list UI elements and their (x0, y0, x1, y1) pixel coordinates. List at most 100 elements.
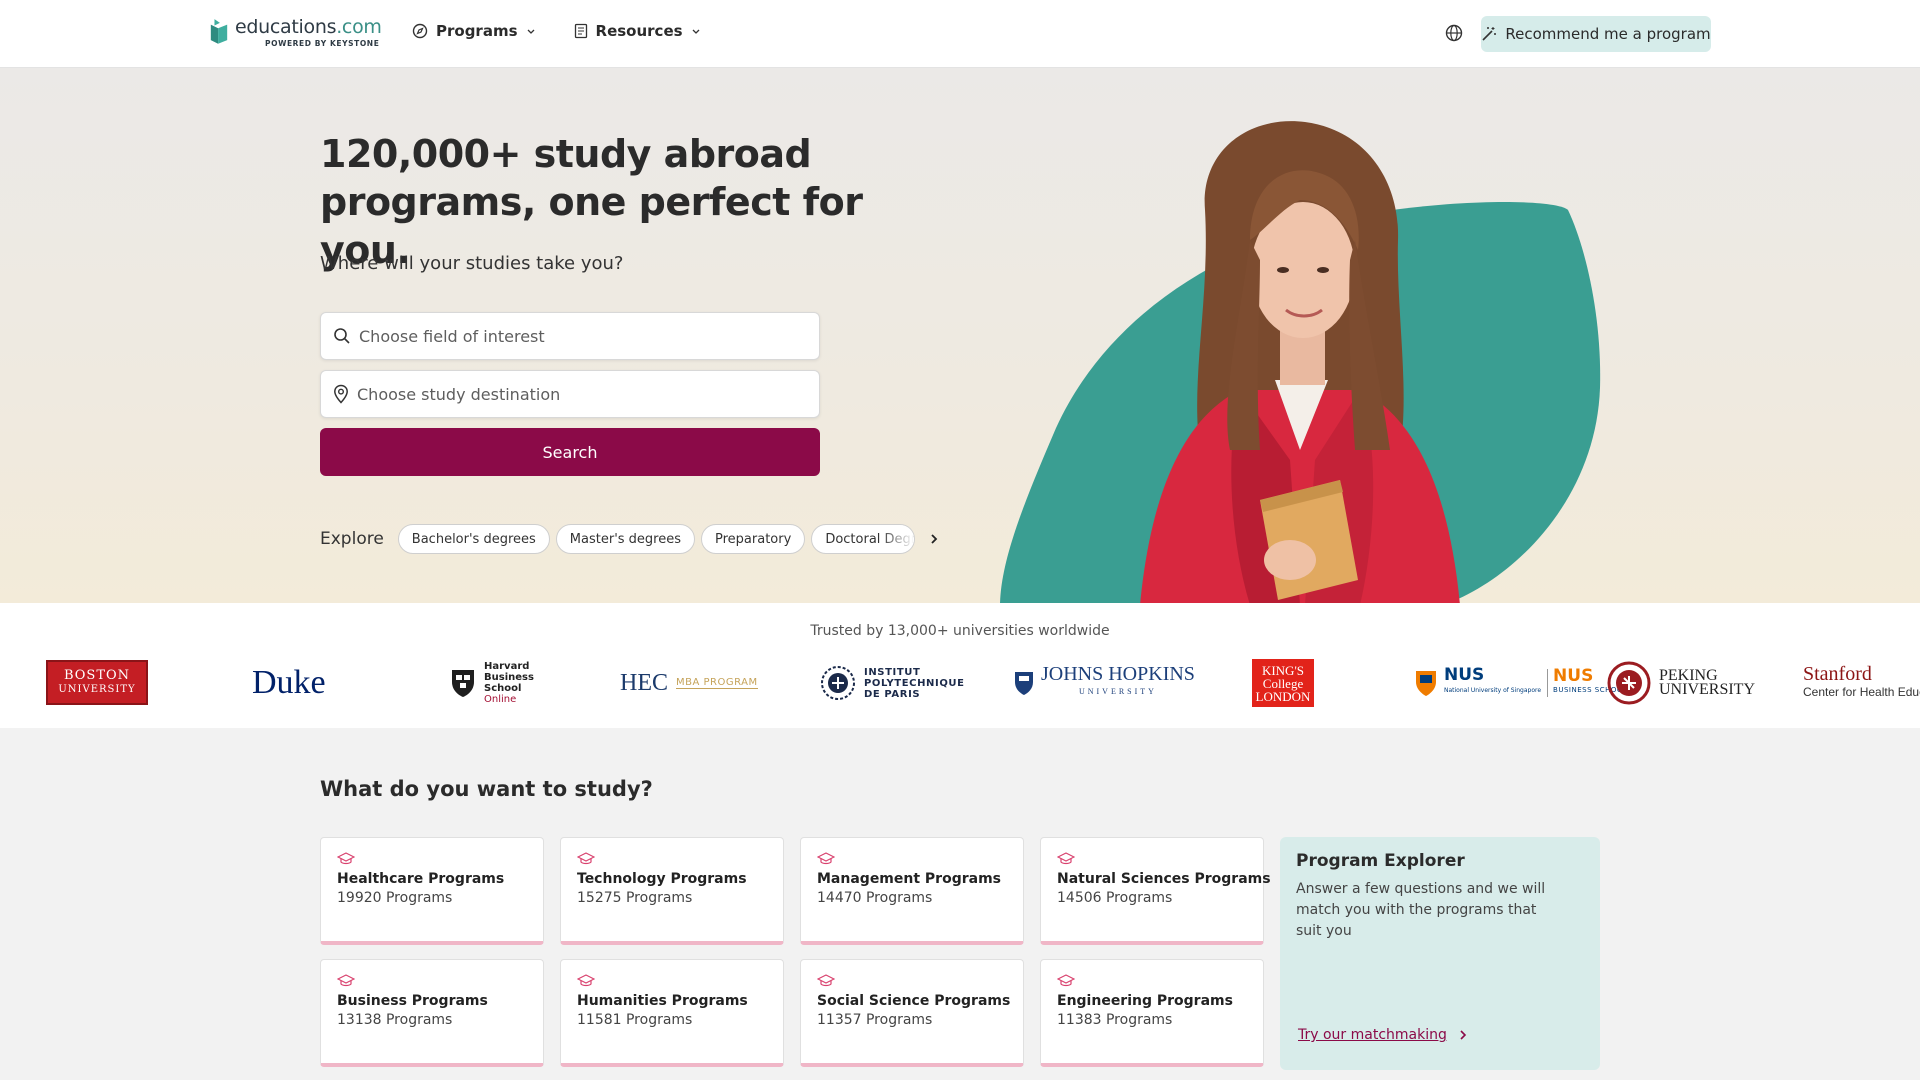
jh-shield-icon (1015, 672, 1033, 695)
recommend-label: Recommend me a program (1505, 25, 1711, 43)
chevron-down-icon (692, 29, 700, 34)
chevron-down-icon (527, 29, 534, 34)
category-card-natural-sciences[interactable]: Natural Sciences Programs 14506 Programs (1040, 837, 1271, 945)
explore-label: Explore (320, 529, 384, 549)
harvard-shield-icon (452, 670, 474, 697)
trusted-universities: Trusted by 13,000+ universities worldwid… (0, 603, 1920, 728)
bu-line-2: UNIVERSITY (58, 683, 136, 695)
category-count: 15275 Programs (577, 890, 693, 906)
nav-programs[interactable]: Programs (412, 22, 536, 40)
category-count: 13138 Programs (337, 1012, 453, 1028)
category-card-humanities[interactable]: Humanities Programs 11581 Programs (560, 959, 784, 1067)
harvard-business-school-logo: Harvard Business School Online (450, 658, 534, 708)
nus-business-school-logo: NUS National University of Singapore NUS… (1414, 658, 1627, 708)
stanford-logo: Stanford Center for Health Education (1803, 658, 1920, 708)
ipp-emblem-icon (821, 666, 855, 700)
graduation-cap-icon (337, 974, 355, 987)
chip-doctoral[interactable]: Doctoral Degrees (811, 524, 916, 554)
stanford-name: Stanford (1803, 663, 1872, 685)
nus-name: NUS (1444, 665, 1485, 685)
student-photo (1140, 121, 1460, 603)
category-name: Healthcare Programs (337, 871, 505, 887)
magic-wand-icon (1482, 27, 1497, 41)
ipp-line-3: DE PARIS (864, 688, 921, 700)
hec-mark: HEC (620, 669, 668, 696)
document-icon (574, 23, 587, 39)
category-card-social-science[interactable]: Social Science Programs 11357 Programs (800, 959, 1024, 1067)
kcl-line-3: LONDON (1255, 688, 1311, 704)
hero-section: 120,000+ study abroad programs, one perf… (0, 68, 1920, 603)
chip-masters[interactable]: Master's degrees (555, 524, 696, 554)
site-header: educations.com POWERED BY KEYSTONE Progr… (0, 0, 1920, 68)
category-count: 11383 Programs (1057, 1012, 1173, 1028)
logo-tld: .com (336, 16, 382, 38)
study-destination-placeholder: Choose study destination (357, 384, 561, 404)
jh-name: JOHNS HOPKINS (1041, 663, 1195, 685)
pku-seal-icon (1607, 661, 1651, 705)
category-card-healthcare[interactable]: Healthcare Programs 19920 Programs (320, 837, 544, 945)
program-explorer-card: Program Explorer Answer a few questions … (1280, 837, 1600, 1070)
compass-icon (412, 23, 428, 39)
graduation-cap-icon (337, 852, 355, 865)
peking-university-logo: PEKING UNIVERSITY (1607, 658, 1755, 708)
chip-bachelors[interactable]: Bachelor's degrees (397, 524, 550, 554)
recommend-program-button[interactable]: Recommend me a program (1481, 16, 1711, 52)
category-card-management[interactable]: Management Programs 14470 Programs (800, 837, 1024, 945)
globe-icon[interactable] (1445, 24, 1463, 42)
category-name: Technology Programs (577, 871, 747, 887)
field-of-interest-input[interactable]: Choose field of interest (320, 312, 820, 360)
johns-hopkins-logo: JOHNS HOPKINS UNIVERSITY (1013, 658, 1195, 708)
graduation-cap-icon (817, 852, 835, 865)
category-count: 14506 Programs (1057, 890, 1173, 906)
nus-sub: National University of Singapore (1444, 687, 1542, 694)
jh-sub: UNIVERSITY (1078, 687, 1157, 696)
category-count: 11581 Programs (577, 1012, 693, 1028)
nav-resources[interactable]: Resources (574, 22, 701, 40)
category-name: Engineering Programs (1057, 993, 1233, 1009)
study-destination-input[interactable]: Choose study destination (320, 370, 820, 418)
category-card-technology[interactable]: Technology Programs 15275 Programs (560, 837, 784, 945)
chip-preparatory[interactable]: Preparatory (701, 524, 806, 554)
graduation-cap-icon (817, 974, 835, 987)
logo-name: educations (235, 16, 337, 38)
graduation-cap-icon (1057, 852, 1075, 865)
nav-resources-label: Resources (595, 22, 683, 40)
category-count: 14470 Programs (817, 890, 933, 906)
hero-subtitle: Where will your studies take you? (320, 253, 624, 274)
category-count: 11357 Programs (817, 1012, 933, 1028)
category-card-engineering[interactable]: Engineering Programs 11383 Programs (1040, 959, 1264, 1067)
category-name: Management Programs (817, 871, 1002, 887)
graduation-cap-icon (577, 852, 595, 865)
program-explorer-description: Answer a few questions and we will match… (1296, 881, 1546, 939)
site-logo[interactable]: educations.com POWERED BY KEYSTONE (209, 16, 382, 48)
map-pin-icon (334, 384, 348, 404)
explore-chips: Explore Bachelor's degrees Master's degr… (320, 524, 939, 554)
ipp-line-1: INSTITUT (864, 666, 921, 678)
kcl-line-2: College (1262, 675, 1304, 691)
search-icon (334, 328, 350, 344)
duke-logo: Duke (252, 664, 326, 701)
study-section-title: What do you want to study? (320, 777, 653, 801)
field-of-interest-placeholder: Choose field of interest (359, 326, 545, 346)
pku-line-2: UNIVERSITY (1659, 681, 1755, 698)
boston-university-logo: BOSTON UNIVERSITY (46, 660, 148, 705)
try-matchmaking-link[interactable]: Try our matchmaking (1298, 1027, 1467, 1043)
chevron-right-icon (1460, 1030, 1467, 1040)
ipp-line-2: POLYTECHNIQUE (864, 677, 965, 689)
category-name: Business Programs (337, 993, 488, 1009)
hbs-line-2: Business (484, 672, 534, 683)
nav-programs-label: Programs (436, 22, 518, 40)
trusted-title: Trusted by 13,000+ universities worldwid… (810, 623, 1110, 639)
chevron-right-icon[interactable] (929, 533, 939, 545)
kcl-line-1: KING'S (1261, 662, 1305, 678)
hec-mba-label: MBA PROGRAM (676, 677, 758, 689)
stanford-sub: Center for Health Education (1803, 685, 1920, 699)
book-logo-icon (210, 19, 228, 44)
program-explorer-title: Program Explorer (1296, 851, 1465, 871)
category-name: Humanities Programs (577, 993, 748, 1009)
search-button[interactable]: Search (320, 428, 820, 476)
hbs-line-3: School (484, 683, 522, 694)
category-card-business[interactable]: Business Programs 13138 Programs (320, 959, 544, 1067)
hbs-line-4: Online (484, 694, 517, 705)
hbs-line-1: Harvard (484, 661, 530, 672)
